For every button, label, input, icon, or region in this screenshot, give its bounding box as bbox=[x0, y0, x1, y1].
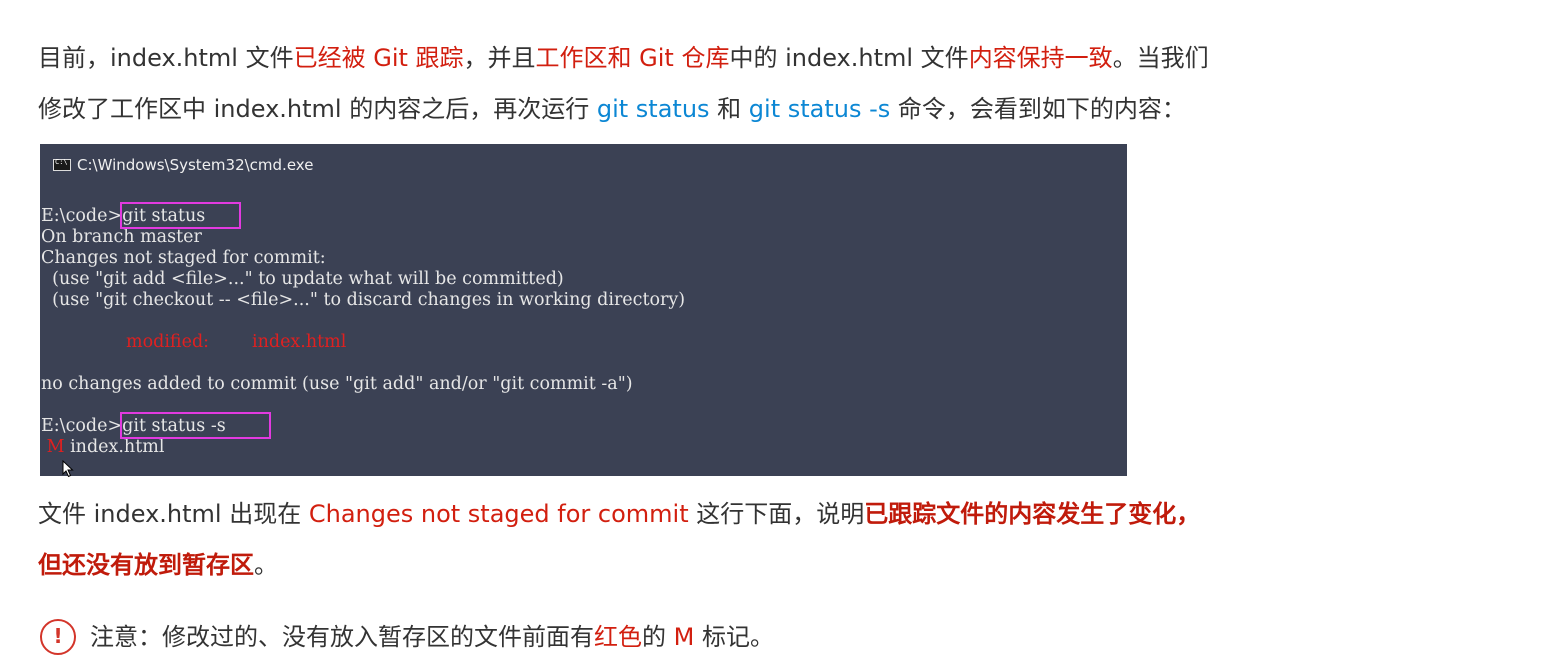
console-line: no changes added to commit (use "git add… bbox=[41, 374, 633, 394]
prompt: E:\code> bbox=[41, 206, 123, 226]
text: 命令，会看到如下的内容： bbox=[890, 95, 1186, 123]
text: 注意：修改过的、没有放入暂存区的文件前面有 bbox=[90, 623, 594, 651]
console-line: Changes not staged for commit: bbox=[41, 248, 326, 268]
text: 中的 index.html 文件 bbox=[729, 44, 969, 72]
highlight-box-git-status bbox=[120, 202, 241, 229]
code-git-status-s: git status -s bbox=[748, 95, 891, 123]
mouse-cursor-icon bbox=[62, 460, 74, 478]
intro-line-2: 修改了工作区中 index.html 的内容之后，再次运行 git status… bbox=[38, 94, 1186, 124]
highlight-red: 红色 bbox=[594, 623, 642, 651]
emphasis-not-staged: 但还没有放到暂存区 bbox=[38, 551, 254, 579]
highlight-workspace-repo: 工作区和 Git 仓库 bbox=[535, 44, 730, 72]
text: ，并且 bbox=[463, 44, 536, 72]
notice-text: 注意：修改过的、没有放入暂存区的文件前面有红色的 M 标记。 bbox=[90, 622, 774, 652]
intro-line-1: 目前，index.html 文件已经被 Git 跟踪，并且工作区和 Git 仓库… bbox=[38, 43, 1209, 73]
console-line: On branch master bbox=[41, 227, 202, 247]
console-line: (use "git checkout -- <file>..." to disc… bbox=[41, 290, 686, 310]
console-title: C:\Windows\System32\cmd.exe bbox=[77, 156, 314, 174]
text: 。 bbox=[254, 551, 278, 579]
text: 这行下面，说明 bbox=[688, 500, 865, 528]
text: 的 bbox=[642, 623, 674, 651]
highlight-box-git-status-s bbox=[120, 412, 271, 439]
text: 文件 index.html 出现在 bbox=[38, 500, 309, 528]
emphasis-content-changed: 已跟踪文件的内容发生了变化， bbox=[864, 500, 1201, 528]
explain-line-2: 但还没有放到暂存区。 bbox=[38, 550, 278, 580]
highlight-consistent: 内容保持一致 bbox=[968, 44, 1113, 72]
text: 和 bbox=[709, 95, 749, 123]
explain-line-1: 文件 index.html 出现在 Changes not staged for… bbox=[38, 499, 1200, 529]
console-titlebar: C:\Windows\System32\cmd.exe bbox=[53, 155, 313, 175]
highlight-tracked: 已经被 Git 跟踪 bbox=[293, 44, 464, 72]
text: 修改了工作区中 index.html 的内容之后，再次运行 bbox=[38, 95, 597, 123]
console-line: (use "git add <file>..." to update what … bbox=[41, 269, 564, 289]
console-screenshot: C:\Windows\System32\cmd.exe E:\code>git … bbox=[40, 144, 1127, 478]
code-git-status: git status bbox=[596, 95, 710, 123]
short-status-marker: M bbox=[46, 437, 65, 457]
text: 。当我们 bbox=[1112, 44, 1209, 72]
exclamation-circle-icon: ! bbox=[40, 619, 76, 655]
prompt: E:\code> bbox=[41, 416, 123, 436]
cmd-icon bbox=[53, 158, 71, 171]
text: 目前，index.html 文件 bbox=[38, 44, 294, 72]
text: 标记。 bbox=[694, 623, 774, 651]
highlight-changes-not-staged: Changes not staged for commit bbox=[308, 500, 689, 528]
modified-label: modified: bbox=[126, 332, 210, 352]
highlight-m: M bbox=[673, 623, 695, 651]
console-line: M index.html bbox=[41, 437, 165, 458]
short-status-file: index.html bbox=[70, 437, 165, 457]
modified-file: index.html bbox=[252, 332, 347, 352]
